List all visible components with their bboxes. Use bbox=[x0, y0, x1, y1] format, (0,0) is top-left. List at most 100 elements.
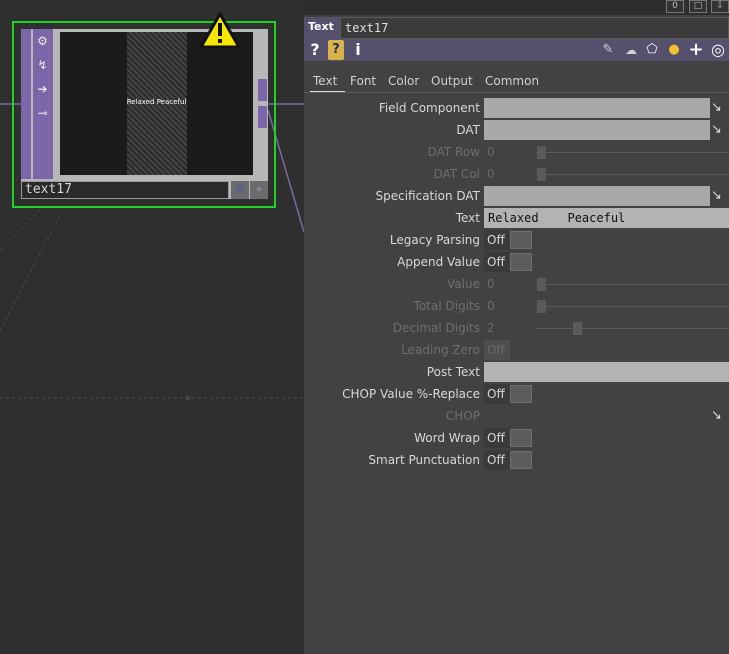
param-dat-col: DAT Col 0 bbox=[304, 163, 729, 185]
node-bypass-icon[interactable]: ✦ bbox=[250, 181, 268, 199]
total-digits-slider[interactable] bbox=[536, 306, 729, 307]
param-total-digits: Total Digits 0 bbox=[304, 295, 729, 317]
param-append-value: Append Value Off bbox=[304, 251, 729, 273]
drop-arrow-icon[interactable]: ↘ bbox=[711, 408, 729, 424]
legacy-parsing-toggle[interactable]: Off bbox=[484, 230, 534, 250]
drop-arrow-icon[interactable]: ↘ bbox=[711, 100, 729, 116]
param-leading-zero: Leading Zero Off bbox=[304, 339, 729, 361]
tab-font[interactable]: Font bbox=[350, 73, 376, 93]
param-label: Total Digits bbox=[413, 299, 480, 313]
node-viewer[interactable]: Relaxed Peaceful bbox=[60, 32, 253, 175]
pane-header: 0 □ ⇩ bbox=[304, 0, 729, 15]
toggle-value: Off bbox=[484, 428, 510, 448]
param-label: Field Component bbox=[378, 101, 480, 115]
output-connector-2[interactable] bbox=[258, 106, 267, 128]
param-label: CHOP bbox=[445, 409, 480, 423]
add-icon[interactable]: + bbox=[688, 40, 704, 60]
toggle-switch[interactable] bbox=[510, 385, 532, 403]
drop-arrow-icon[interactable]: ↘ bbox=[711, 188, 729, 204]
param-smart-punctuation: Smart Punctuation Off bbox=[304, 449, 729, 471]
append-value-toggle[interactable]: Off bbox=[484, 252, 534, 272]
pane-maximize-button[interactable]: □ bbox=[689, 0, 707, 13]
param-label: DAT bbox=[456, 123, 480, 137]
param-dat-row: DAT Row 0 bbox=[304, 141, 729, 163]
warning-icon[interactable] bbox=[199, 12, 241, 50]
toggle-value: Off bbox=[484, 450, 510, 470]
pane-number-button[interactable]: 0 bbox=[666, 0, 684, 13]
dat-col-value[interactable]: 0 bbox=[487, 167, 495, 181]
toggle-value: Off bbox=[484, 252, 510, 272]
word-wrap-toggle[interactable]: Off bbox=[484, 428, 534, 448]
clone-icon[interactable]: ⬠ bbox=[644, 40, 660, 60]
param-decimal-digits: Decimal Digits 2 bbox=[304, 317, 729, 339]
param-label: Specification DAT bbox=[375, 189, 481, 203]
param-label: Text bbox=[455, 211, 480, 225]
python-help-icon[interactable]: ? bbox=[328, 40, 344, 60]
op-name-field[interactable]: text17 bbox=[340, 17, 729, 39]
output-connector[interactable] bbox=[258, 79, 267, 101]
param-label: DAT Col bbox=[433, 167, 480, 181]
text-top-node[interactable]: ⚙ ↯ ➔ ⊸ Relaxed Peaceful text17 ⚙ ✦ bbox=[21, 29, 268, 199]
node-output-strip bbox=[257, 29, 268, 179]
dat-row-value[interactable]: 0 bbox=[487, 145, 495, 159]
field-component-input[interactable] bbox=[484, 98, 710, 118]
dat-col-slider[interactable] bbox=[536, 174, 729, 175]
text-input[interactable]: Relaxed Peaceful bbox=[484, 208, 729, 228]
node-input-strip[interactable] bbox=[21, 29, 31, 179]
post-text-input[interactable] bbox=[484, 362, 729, 382]
param-label: Append Value bbox=[397, 255, 480, 269]
decimal-digits-value[interactable]: 2 bbox=[487, 321, 495, 335]
dat-col-slider-knob[interactable] bbox=[537, 168, 546, 181]
dat-row-slider[interactable] bbox=[536, 152, 729, 153]
param-post-text: Post Text bbox=[304, 361, 729, 383]
param-label: Decimal Digits bbox=[392, 321, 480, 335]
info-icon[interactable]: i bbox=[352, 40, 364, 60]
value-slider[interactable] bbox=[536, 284, 729, 285]
help-icon[interactable]: ? bbox=[308, 40, 322, 60]
dat-input[interactable] bbox=[484, 120, 710, 140]
node-name-label[interactable]: text17 bbox=[21, 181, 229, 199]
param-label: Post Text bbox=[426, 365, 480, 379]
lock-open-icon[interactable]: ⊸ bbox=[33, 103, 52, 124]
param-label: Leading Zero bbox=[401, 343, 480, 357]
total-digits-slider-knob[interactable] bbox=[537, 300, 546, 313]
tab-output[interactable]: Output bbox=[431, 73, 473, 93]
tab-common[interactable]: Common bbox=[485, 73, 539, 93]
decimal-digits-slider[interactable] bbox=[536, 328, 729, 329]
tabs-divider bbox=[304, 92, 729, 93]
param-chop: CHOP ↘ bbox=[304, 405, 729, 427]
export-icon[interactable]: ↯ bbox=[33, 55, 52, 76]
specification-dat-input[interactable] bbox=[484, 186, 710, 206]
comment-icon[interactable]: ☁ bbox=[622, 40, 640, 60]
toggle-switch[interactable] bbox=[510, 451, 532, 469]
python-icon[interactable]: ● bbox=[665, 40, 683, 60]
gear-icon[interactable]: ⚙ bbox=[33, 31, 52, 52]
pencil-icon[interactable]: ✎ bbox=[600, 40, 616, 60]
tab-color[interactable]: Color bbox=[388, 73, 419, 93]
arrow-right-icon[interactable]: ➔ bbox=[33, 79, 52, 100]
chop-value-replace-toggle[interactable]: Off bbox=[484, 384, 534, 404]
smart-punctuation-toggle[interactable]: Off bbox=[484, 450, 534, 470]
total-digits-value[interactable]: 0 bbox=[487, 299, 495, 313]
leading-zero-toggle[interactable]: Off bbox=[484, 340, 534, 360]
node-viewer-toggle-icon[interactable]: ⚙ bbox=[231, 181, 249, 199]
tab-text[interactable]: Text bbox=[310, 73, 345, 93]
drop-arrow-icon[interactable]: ↘ bbox=[711, 122, 729, 138]
param-dat: DAT ↘ bbox=[304, 119, 729, 141]
toggle-switch[interactable] bbox=[510, 253, 532, 271]
param-label: CHOP Value %-Replace bbox=[342, 387, 480, 401]
param-legacy-parsing: Legacy Parsing Off bbox=[304, 229, 729, 251]
panel-title-bar: Text text17 bbox=[304, 17, 729, 39]
value-slider-knob[interactable] bbox=[537, 278, 546, 291]
target-icon[interactable]: ◎ bbox=[708, 40, 728, 60]
toggle-switch[interactable] bbox=[510, 429, 532, 447]
value-value[interactable]: 0 bbox=[487, 277, 495, 291]
network-editor[interactable]: ⚙ ↯ ➔ ⊸ Relaxed Peaceful text17 ⚙ ✦ bbox=[0, 0, 304, 654]
toggle-switch[interactable] bbox=[510, 231, 532, 249]
pane-split-button[interactable]: ⇩ bbox=[711, 0, 729, 13]
node-flag-column: ⚙ ↯ ➔ ⊸ bbox=[31, 29, 55, 179]
param-specification-dat: Specification DAT ↘ bbox=[304, 185, 729, 207]
dat-row-slider-knob[interactable] bbox=[537, 146, 546, 159]
decimal-digits-slider-knob[interactable] bbox=[573, 322, 582, 335]
viewer-text: Relaxed Peaceful bbox=[126, 98, 187, 106]
